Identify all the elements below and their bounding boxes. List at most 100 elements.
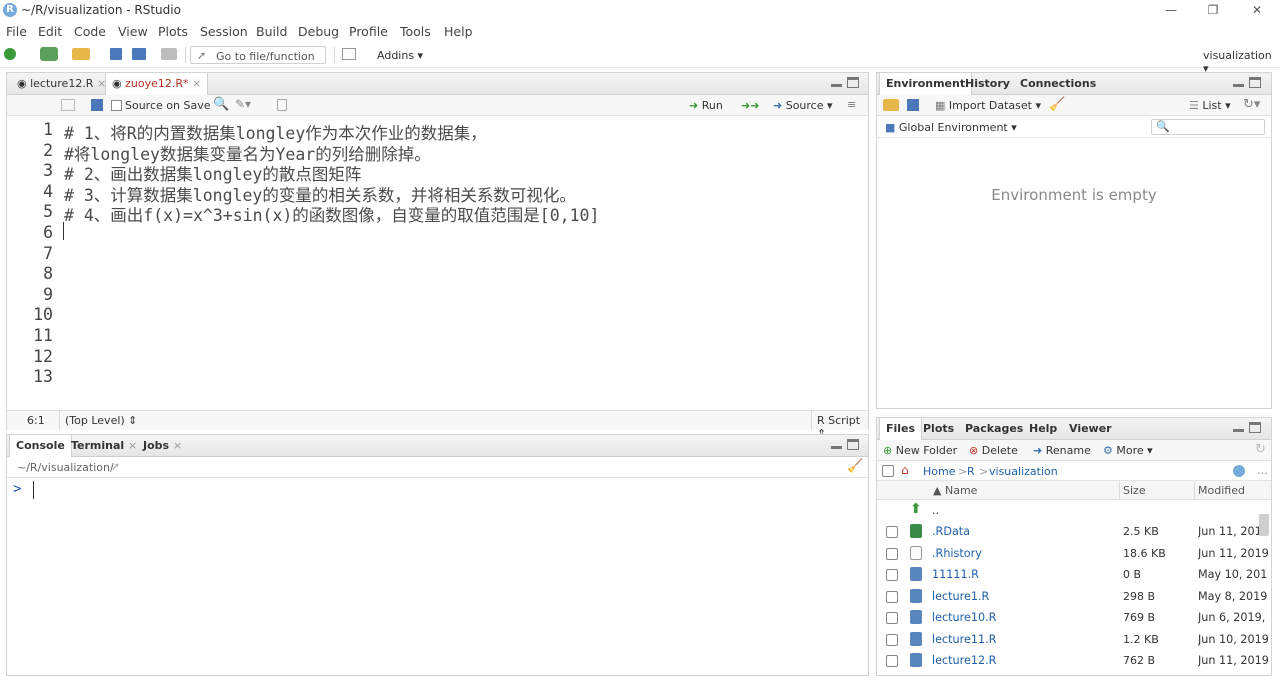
tab-lecture12[interactable]: ◉ lecture12.R ×: [11, 73, 112, 95]
table-row[interactable]: lecture10.R 769 B Jun 6, 2019, 2: [877, 607, 1271, 629]
close-tab-icon[interactable]: ×: [192, 77, 201, 90]
tab-terminal[interactable]: Terminal ×: [65, 435, 143, 457]
save-icon[interactable]: [91, 99, 103, 111]
clear-broom-icon[interactable]: 🧹: [1049, 97, 1065, 112]
file-name[interactable]: lecture1.R: [932, 590, 989, 603]
menu-session[interactable]: Session: [200, 24, 248, 39]
save-workspace-icon[interactable]: [907, 99, 919, 111]
minimize-pane-icon[interactable]: [831, 78, 843, 88]
file-name[interactable]: .Rhistory: [932, 547, 982, 560]
row-checkbox[interactable]: [886, 526, 898, 538]
refresh-icon[interactable]: ↻: [1255, 442, 1266, 457]
console-input[interactable]: [7, 479, 868, 675]
refresh-icon[interactable]: ↻▾: [1243, 97, 1260, 112]
more-menu[interactable]: ⚙ More ▾: [1103, 444, 1153, 457]
table-row[interactable]: lecture12.R 762 B Jun 11, 2019, 1: [877, 650, 1271, 672]
code-line[interactable]: # 1、将R的内置数据集longley作为本次作业的数据集，: [64, 120, 868, 143]
load-workspace-icon[interactable]: [883, 99, 899, 111]
row-checkbox[interactable]: [886, 612, 898, 624]
code-editor[interactable]: # 1、将R的内置数据集longley作为本次作业的数据集， #将longley…: [64, 120, 868, 244]
tab-jobs[interactable]: Jobs ×: [137, 435, 188, 457]
rename-button[interactable]: ➜ Rename: [1033, 444, 1091, 457]
delete-button[interactable]: ⊗ Delete: [969, 444, 1018, 457]
parent-directory-row[interactable]: ⬆ ..: [877, 500, 1271, 522]
tab-files[interactable]: Files: [879, 418, 923, 441]
breadcrumb-visualization[interactable]: visualization: [989, 465, 1058, 478]
menu-plots[interactable]: Plots: [158, 24, 188, 39]
import-dataset-menu[interactable]: ▦ Import Dataset ▾: [935, 99, 1041, 112]
goto-file-function-input[interactable]: ➚ Go to file/function: [190, 46, 326, 64]
rerun-icon[interactable]: ➜➜: [741, 99, 759, 112]
run-button[interactable]: ➜ Run: [689, 99, 723, 112]
table-row[interactable]: lecture11.R 1.2 KB Jun 10, 2019,: [877, 629, 1271, 651]
scope-selector[interactable]: (Top Level) ⇕: [65, 414, 137, 427]
menu-profile[interactable]: Profile: [349, 24, 388, 39]
tab-viewer[interactable]: Viewer: [1063, 418, 1118, 440]
minimize-pane-icon[interactable]: [1233, 78, 1245, 88]
close-tab-icon[interactable]: ×: [128, 439, 137, 452]
new-project-icon[interactable]: [40, 47, 58, 61]
compile-report-icon[interactable]: [277, 99, 287, 111]
outline-icon[interactable]: ≡: [847, 98, 856, 111]
minimize-button[interactable]: —: [1156, 1, 1186, 19]
go-to-dir-icon[interactable]: ➚: [111, 460, 120, 473]
tab-zuoye12[interactable]: ◉ zuoye12.R* ×: [105, 73, 209, 96]
tab-connections[interactable]: Connections: [1014, 73, 1102, 95]
magic-wand-icon[interactable]: ✎▾: [235, 97, 251, 111]
maximize-pane-icon[interactable]: [847, 439, 859, 450]
table-row[interactable]: 11111.R 0 B May 10, 2019,: [877, 564, 1271, 586]
minimize-pane-icon[interactable]: [1233, 423, 1245, 433]
breadcrumb-home[interactable]: Home: [923, 465, 955, 478]
save-all-icon[interactable]: [132, 48, 146, 60]
environment-search-input[interactable]: 🔍: [1151, 119, 1265, 135]
menu-view[interactable]: View: [118, 24, 148, 39]
more-options-icon[interactable]: …: [1257, 464, 1268, 477]
table-row[interactable]: lecture1.R 298 B May 8, 2019, 5: [877, 586, 1271, 608]
modified-column-header[interactable]: Modified: [1198, 484, 1245, 497]
menu-code[interactable]: Code: [74, 24, 106, 39]
source-button[interactable]: ➜ Source ▾: [773, 99, 833, 112]
tab-help[interactable]: Help: [1023, 418, 1063, 440]
row-checkbox[interactable]: [886, 590, 898, 603]
r-project-icon[interactable]: [1233, 465, 1245, 477]
clear-console-icon[interactable]: 🧹: [847, 459, 863, 474]
tab-history[interactable]: History: [959, 73, 1016, 95]
save-icon[interactable]: [110, 48, 122, 60]
file-name[interactable]: lecture11.R: [932, 633, 996, 646]
files-scrollbar[interactable]: [1259, 514, 1269, 536]
maximize-pane-icon[interactable]: [1249, 422, 1261, 433]
home-icon[interactable]: ⌂: [901, 463, 909, 477]
source-on-save-checkbox[interactable]: [111, 100, 122, 111]
file-name[interactable]: .RData: [932, 525, 970, 538]
open-folder-icon[interactable]: [72, 48, 90, 60]
row-checkbox[interactable]: [886, 547, 898, 560]
restore-button[interactable]: ❐: [1198, 1, 1228, 19]
code-line[interactable]: # 3、计算数据集longley的变量的相关系数，并将相关系数可视化。: [64, 182, 868, 205]
file-name[interactable]: 11111.R: [932, 568, 979, 581]
code-line[interactable]: # 2、画出数据集longley的散点图矩阵: [64, 161, 868, 184]
maximize-pane-icon[interactable]: [1249, 77, 1261, 88]
code-line[interactable]: #将longley数据集变量名为Year的列给删除掉。: [64, 141, 868, 164]
name-column-header[interactable]: ▲ Name: [933, 484, 977, 497]
table-row[interactable]: .RData 2.5 KB Jun 11, 2019, 2: [877, 521, 1271, 543]
close-button[interactable]: ✕: [1242, 1, 1272, 19]
maximize-pane-icon[interactable]: [847, 77, 859, 88]
global-environment-menu[interactable]: ■ Global Environment ▾: [885, 121, 1017, 134]
menu-debug[interactable]: Debug: [298, 24, 339, 39]
view-mode-menu[interactable]: ☰ List ▾: [1189, 99, 1231, 112]
breadcrumb-r[interactable]: R: [967, 465, 975, 478]
new-folder-button[interactable]: ⊕ New Folder: [883, 444, 957, 457]
file-name[interactable]: lecture10.R: [932, 611, 996, 624]
back-forward-icon[interactable]: [61, 99, 75, 111]
menu-edit[interactable]: Edit: [38, 24, 62, 39]
minimize-pane-icon[interactable]: [831, 440, 843, 450]
search-icon[interactable]: 🔍: [213, 97, 229, 112]
menu-help[interactable]: Help: [444, 24, 473, 39]
addins-menu[interactable]: Addins ▾: [377, 49, 423, 62]
size-column-header[interactable]: Size: [1123, 484, 1146, 497]
new-file-icon[interactable]: [4, 48, 16, 60]
select-all-checkbox[interactable]: [882, 465, 894, 477]
grid-layout-icon[interactable]: [342, 48, 356, 60]
tab-plots[interactable]: Plots: [917, 418, 960, 440]
file-name[interactable]: lecture12.R: [932, 654, 996, 667]
